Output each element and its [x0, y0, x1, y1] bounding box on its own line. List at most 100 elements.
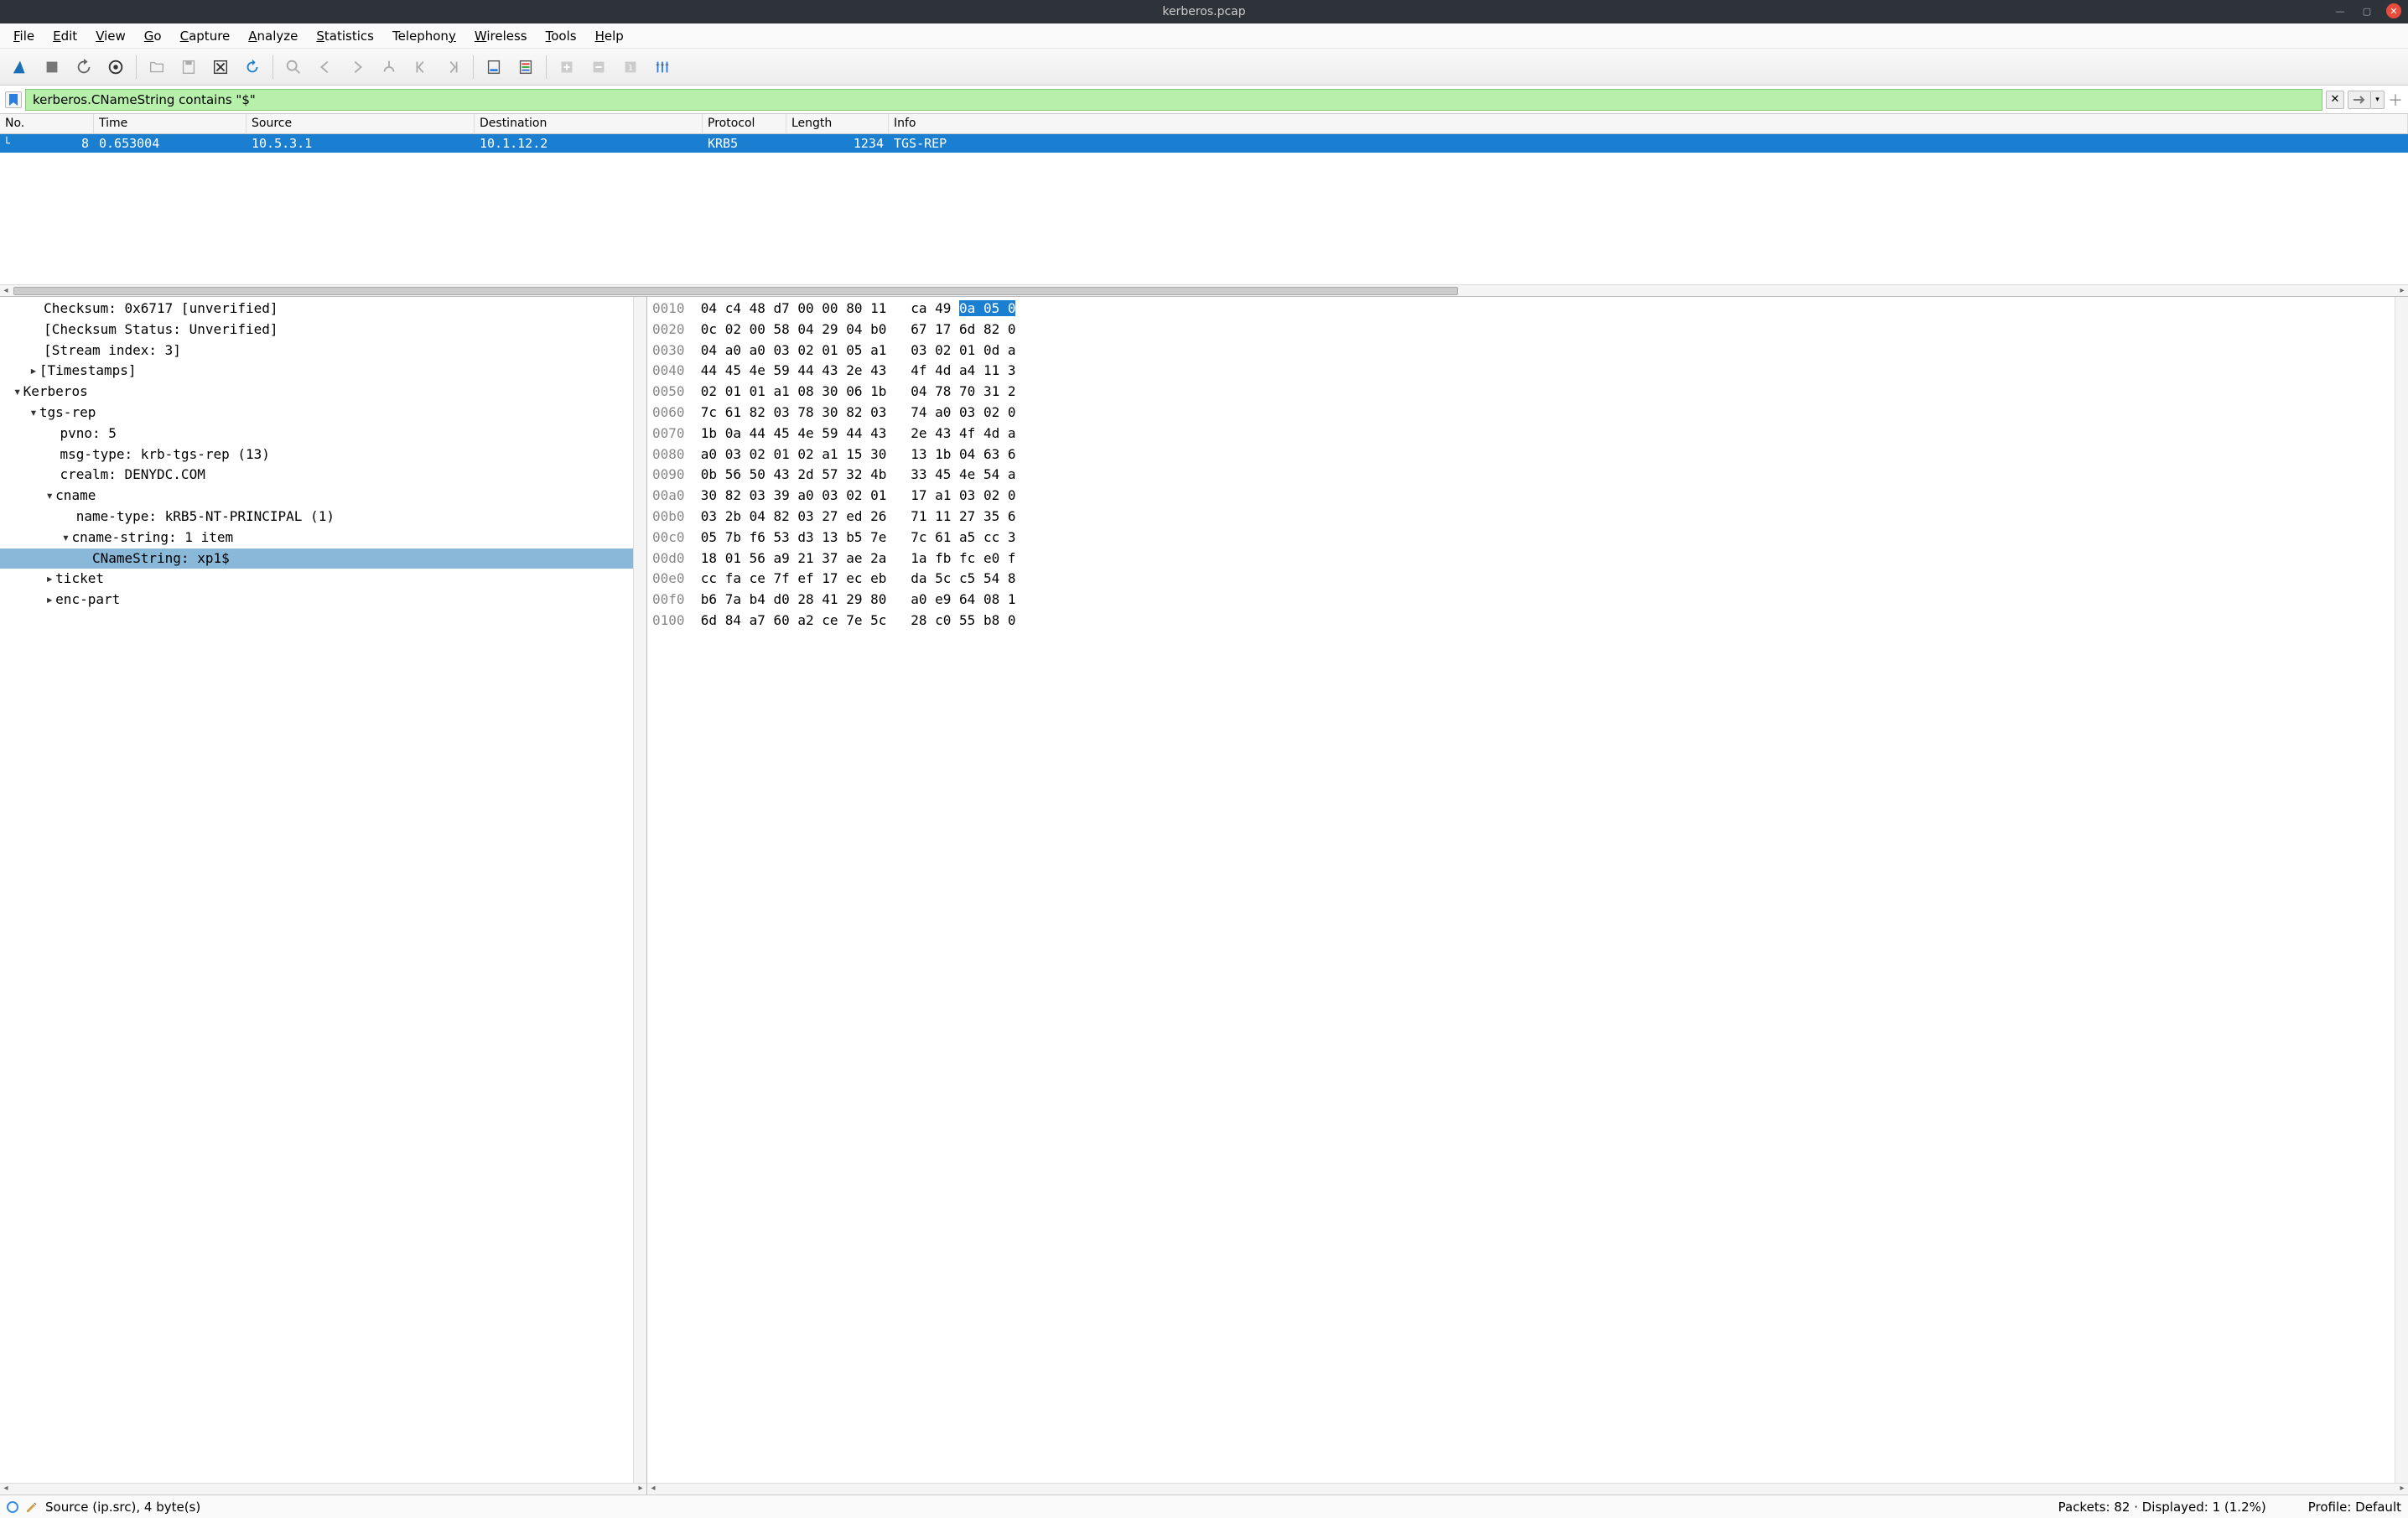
menu-view[interactable]: View	[89, 25, 132, 47]
hex-hscroll[interactable]: ◂ ▸	[647, 1483, 2408, 1495]
close-file-icon[interactable]	[205, 52, 236, 82]
col-header-length[interactable]: Length	[786, 114, 889, 133]
go-to-packet-icon[interactable]	[374, 52, 404, 82]
packet-row[interactable]: └8 0.653004 10.5.3.1 10.1.12.2 KRB5 1234…	[0, 134, 2408, 153]
go-back-icon[interactable]	[310, 52, 340, 82]
scroll-left-icon[interactable]: ◂	[0, 1484, 12, 1495]
edit-capture-comment-icon[interactable]	[25, 1500, 39, 1514]
tree-line[interactable]: ▸[Timestamps]	[0, 361, 633, 382]
go-first-icon[interactable]	[406, 52, 436, 82]
menu-statistics[interactable]: Statistics	[309, 25, 381, 47]
hex-line[interactable]: 0060 7c 61 82 03 78 30 82 03 74 a0 03 02…	[652, 403, 2390, 424]
tree-line[interactable]: msg-type: krb-tgs-rep (13)	[0, 444, 633, 465]
hex-line[interactable]: 0010 04 c4 48 d7 00 00 80 11 ca 49 0a 05…	[652, 299, 2390, 320]
hex-line[interactable]: 0090 0b 56 50 43 2d 57 32 4b 33 45 4e 54…	[652, 465, 2390, 486]
find-icon[interactable]	[278, 52, 309, 82]
scroll-left-icon[interactable]: ◂	[647, 1484, 659, 1495]
packet-details-tree[interactable]: Checksum: 0x6717 [unverified] [Checksum …	[0, 297, 633, 1483]
menu-wireless[interactable]: Wireless	[468, 25, 534, 47]
collapse-icon[interactable]: ▾	[12, 382, 23, 403]
col-header-no[interactable]: No.	[0, 114, 94, 133]
hex-line[interactable]: 0100 6d 84 a7 60 a2 ce 7e 5c 28 c0 55 b8…	[652, 611, 2390, 632]
expert-info-icon[interactable]	[7, 1501, 18, 1513]
reload-file-icon[interactable]	[237, 52, 267, 82]
collapse-icon[interactable]: ▾	[44, 486, 55, 507]
hex-line[interactable]: 0080 a0 03 02 01 02 a1 15 30 13 1b 04 63…	[652, 444, 2390, 465]
collapse-icon[interactable]: ▾	[60, 528, 71, 548]
hex-line[interactable]: 00c0 05 7b f6 53 d3 13 b5 7e 7c 61 a5 cc…	[652, 528, 2390, 548]
hex-line[interactable]: 00e0 cc fa ce 7f ef 17 ec eb da 5c c5 54…	[652, 569, 2390, 590]
hex-line[interactable]: 00b0 03 2b 04 82 03 27 ed 26 71 11 27 35…	[652, 507, 2390, 528]
zoom-in-icon[interactable]	[552, 52, 582, 82]
go-forward-icon[interactable]	[342, 52, 372, 82]
open-file-icon[interactable]	[142, 52, 172, 82]
hex-vscroll[interactable]	[2395, 297, 2408, 1483]
scroll-left-icon[interactable]: ◂	[0, 286, 12, 295]
col-header-time[interactable]: Time	[94, 114, 247, 133]
col-header-source[interactable]: Source	[247, 114, 475, 133]
packet-list-hscroll[interactable]: ◂ ▸	[0, 284, 2408, 296]
stop-capture-icon[interactable]	[37, 52, 67, 82]
tree-line[interactable]: pvno: 5	[0, 424, 633, 444]
tree-line[interactable]: Checksum: 0x6717 [unverified]	[0, 299, 633, 320]
tree-line[interactable]: ▾cname-string: 1 item	[0, 528, 633, 548]
menu-file[interactable]: File	[7, 25, 41, 47]
hex-line[interactable]: 0070 1b 0a 44 45 4e 59 44 43 2e 43 4f 4d…	[652, 424, 2390, 444]
filter-history-dropdown[interactable]: ▾	[2371, 91, 2385, 109]
menu-tools[interactable]: Tools	[539, 25, 584, 47]
tree-line[interactable]: name-type: kRB5-NT-PRINCIPAL (1)	[0, 507, 633, 528]
apply-filter-icon[interactable]	[2348, 91, 2371, 109]
scrollbar-thumb[interactable]	[13, 287, 1458, 295]
go-last-icon[interactable]	[438, 52, 468, 82]
shark-fin-icon[interactable]	[5, 52, 35, 82]
menu-help[interactable]: Help	[589, 25, 631, 47]
packet-bytes-view[interactable]: 0010 04 c4 48 d7 00 00 80 11 ca 49 0a 05…	[647, 297, 2395, 1483]
menu-analyze[interactable]: Analyze	[241, 25, 304, 47]
expand-icon[interactable]: ▸	[44, 569, 55, 590]
capture-options-icon[interactable]	[101, 52, 131, 82]
bookmark-icon[interactable]	[5, 91, 22, 108]
expand-icon[interactable]: ▸	[28, 361, 39, 382]
colorize-icon[interactable]	[511, 52, 541, 82]
tree-line[interactable]: [Stream index: 3]	[0, 341, 633, 361]
hex-line[interactable]: 0030 04 a0 a0 03 02 01 05 a1 03 02 01 0d…	[652, 341, 2390, 361]
zoom-out-icon[interactable]	[584, 52, 614, 82]
col-header-protocol[interactable]: Protocol	[703, 114, 786, 133]
resize-columns-icon[interactable]	[647, 52, 677, 82]
tree-line[interactable]: crealm: DENYDC.COM	[0, 465, 633, 486]
col-header-info[interactable]: Info	[889, 114, 2408, 133]
col-header-destination[interactable]: Destination	[475, 114, 703, 133]
display-filter-input[interactable]	[25, 89, 2322, 111]
clear-filter-icon[interactable]: ✕	[2326, 91, 2344, 109]
minimize-icon[interactable]: —	[2333, 3, 2348, 18]
hex-line[interactable]: 00d0 18 01 56 a9 21 37 ae 2a 1a fb fc e0…	[652, 548, 2390, 569]
hex-line[interactable]: 0040 44 45 4e 59 44 43 2e 43 4f 4d a4 11…	[652, 361, 2390, 382]
save-file-icon[interactable]	[174, 52, 204, 82]
menu-telephony[interactable]: Telephony	[386, 25, 463, 47]
scroll-right-icon[interactable]: ▸	[2396, 1484, 2408, 1495]
menu-capture[interactable]: Capture	[174, 25, 237, 47]
hex-line[interactable]: 00a0 30 82 03 39 a0 03 02 01 17 a1 03 02…	[652, 486, 2390, 507]
tree-hscroll[interactable]: ◂ ▸	[0, 1483, 646, 1495]
auto-scroll-icon[interactable]	[479, 52, 509, 82]
tree-line[interactable]: ▾cname	[0, 486, 633, 507]
tree-line[interactable]: ▸enc-part	[0, 590, 633, 611]
maximize-icon[interactable]: ▢	[2359, 3, 2374, 18]
hex-line[interactable]: 0020 0c 02 00 58 04 29 04 b0 67 17 6d 82…	[652, 320, 2390, 341]
packet-list-body[interactable]: └8 0.653004 10.5.3.1 10.1.12.2 KRB5 1234…	[0, 134, 2408, 284]
add-filter-button-icon[interactable]: ＋	[2388, 91, 2403, 109]
scroll-right-icon[interactable]: ▸	[635, 1484, 646, 1495]
tree-vscroll[interactable]	[633, 297, 646, 1483]
close-icon[interactable]: ✕	[2386, 3, 2401, 18]
hex-line[interactable]: 00f0 b6 7a b4 d0 28 41 29 80 a0 e9 64 08…	[652, 590, 2390, 611]
tree-line[interactable]: ▾Kerberos	[0, 382, 633, 403]
restart-capture-icon[interactable]	[69, 52, 99, 82]
expand-icon[interactable]: ▸	[44, 590, 55, 611]
collapse-icon[interactable]: ▾	[28, 403, 39, 424]
status-profile[interactable]: Profile: Default	[2308, 1500, 2401, 1515]
scroll-right-icon[interactable]: ▸	[2396, 286, 2408, 295]
menu-edit[interactable]: Edit	[46, 25, 84, 47]
zoom-reset-icon[interactable]: 1	[615, 52, 646, 82]
tree-line[interactable]: [Checksum Status: Unverified]	[0, 320, 633, 341]
tree-line-selected[interactable]: CNameString: xp1$	[0, 548, 633, 569]
